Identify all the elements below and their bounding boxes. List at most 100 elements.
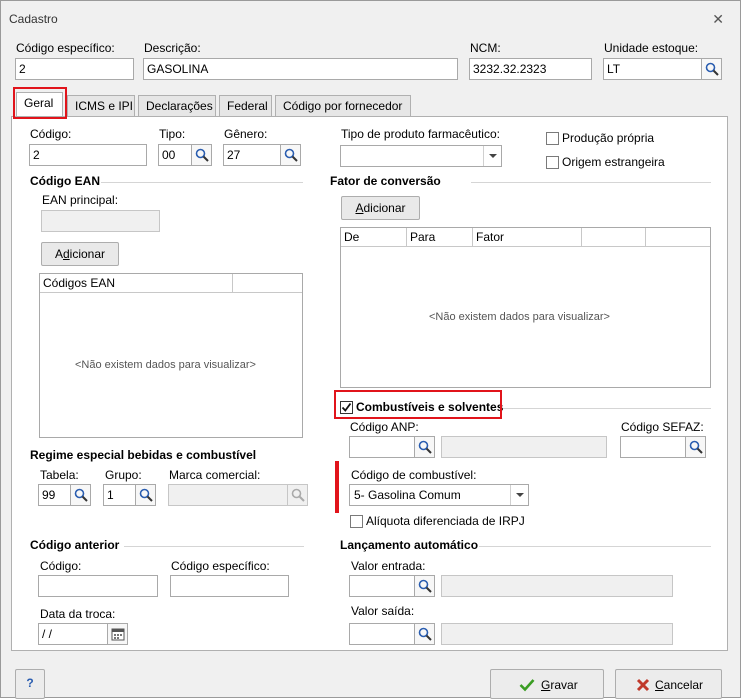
codigo-sefaz-label: Código SEFAZ: <box>621 420 704 434</box>
marca-search-icon <box>287 484 308 506</box>
tabela-search-icon[interactable] <box>70 484 91 506</box>
calendar-icon[interactable] <box>107 623 128 645</box>
chevron-down-icon <box>483 146 501 166</box>
fator-grid[interactable]: De Para Fator <Não existem dados para vi… <box>340 227 711 388</box>
ean-adicionar-button[interactable]: Adicionar <box>41 242 119 266</box>
tipo-farmaceutico-label: Tipo de produto farmacêutico: <box>341 127 500 141</box>
fator-col-para[interactable]: Para <box>407 228 473 247</box>
genero-label: Gênero: <box>224 127 268 141</box>
sefaz-search-icon[interactable] <box>685 436 706 458</box>
fator-adicionar-button[interactable]: Adicionar <box>341 196 420 220</box>
valor-entrada-search-icon[interactable] <box>414 575 435 597</box>
divider <box>503 408 711 409</box>
tipo-farmaceutico-select[interactable] <box>340 145 502 167</box>
combustiveis-label: Combustíveis e solventes <box>356 400 504 414</box>
anterior-codigo-input[interactable] <box>38 575 158 597</box>
anterior-codigo-label: Código: <box>40 559 82 573</box>
tabela-input[interactable]: 99 <box>38 484 71 506</box>
codigo-sefaz-input[interactable] <box>620 436 686 458</box>
grupo-input[interactable]: 1 <box>103 484 136 506</box>
window-title: Cadastro <box>9 12 58 26</box>
fator-col-de[interactable]: De <box>341 228 407 247</box>
descricao-input[interactable]: GASOLINA <box>143 58 458 80</box>
tipo-input[interactable]: 00 <box>158 144 192 166</box>
fator-col-blank <box>582 228 646 247</box>
data-troca-label: Data da troca: <box>40 607 116 621</box>
producao-propria-checkbox[interactable] <box>546 132 559 145</box>
unidade-search-icon[interactable] <box>701 58 722 80</box>
cancel-x-icon <box>636 678 650 692</box>
gravar-button[interactable]: Gravar <box>490 669 604 699</box>
title-bar: Cadastro ✕ <box>1 1 740 37</box>
tipo-search-icon[interactable] <box>191 144 212 166</box>
ean-grid-header-blank <box>233 274 302 293</box>
ean-grid[interactable]: Códigos EAN <Não existem dados para visu… <box>39 273 303 438</box>
cancelar-button[interactable]: Cancelar <box>615 669 722 699</box>
valor-saida-label: Valor saída: <box>351 604 415 618</box>
aliquota-label: Alíquota diferenciada de IRPJ <box>366 514 525 528</box>
ean-principal-input <box>41 210 160 232</box>
fator-empty-message: <Não existem dados para visualizar> <box>429 311 610 323</box>
ean-grid-header[interactable]: Códigos EAN <box>40 274 233 293</box>
anterior-especifico-label: Código específico: <box>171 559 270 573</box>
help-button[interactable]: ? <box>15 669 45 699</box>
regime-section-title: Regime especial bebidas e combustível <box>30 448 257 462</box>
data-troca-input[interactable]: / / <box>38 623 108 645</box>
codigo-combustivel-select[interactable]: 5- Gasolina Comum <box>349 484 529 506</box>
aliquota-checkbox[interactable] <box>350 515 363 528</box>
cadastro-window: Cadastro ✕ Código específico: 2 Descriçã… <box>0 0 741 699</box>
unidade-estoque-label: Unidade estoque: <box>604 41 699 55</box>
tab-geral[interactable]: Geral <box>16 92 63 117</box>
anterior-especifico-input[interactable] <box>170 575 289 597</box>
codigo-especifico-input[interactable]: 2 <box>15 58 134 80</box>
close-icon[interactable]: ✕ <box>712 11 724 28</box>
valor-saida-description <box>441 623 673 645</box>
tab-icms-ipi[interactable]: ICMS e IPI <box>67 95 135 117</box>
codigo-anp-input[interactable] <box>349 436 415 458</box>
tab-federal[interactable]: Federal <box>219 95 272 117</box>
checkmark-icon <box>341 402 352 412</box>
anterior-section-title: Código anterior <box>30 538 120 552</box>
combustiveis-checkbox[interactable] <box>340 401 353 414</box>
checkmark-icon <box>519 679 535 692</box>
chevron-down-icon <box>510 485 528 505</box>
unidade-estoque-input[interactable]: LT <box>603 58 702 80</box>
divider <box>471 182 711 183</box>
divider <box>101 182 303 183</box>
grupo-search-icon[interactable] <box>135 484 156 506</box>
ncm-input[interactable]: 3232.32.2323 <box>469 58 592 80</box>
producao-propria-label: Produção própria <box>562 131 655 145</box>
grupo-label: Grupo: <box>105 468 142 482</box>
ean-section-title: Código EAN <box>30 174 100 188</box>
anp-search-icon[interactable] <box>414 436 435 458</box>
fator-col-blank <box>646 228 710 247</box>
lancamento-section-title: Lançamento automático <box>340 538 479 552</box>
ean-empty-message: <Não existem dados para visualizar> <box>75 359 256 371</box>
valor-saida-search-icon[interactable] <box>414 623 435 645</box>
descricao-label: Descrição: <box>144 41 201 55</box>
valor-entrada-description <box>441 575 673 597</box>
tab-codigo-fornecedor[interactable]: Código por fornecedor <box>275 95 411 117</box>
origem-estrangeira-checkbox[interactable] <box>546 156 559 169</box>
genero-search-icon[interactable] <box>280 144 301 166</box>
fator-section-title: Fator de conversão <box>330 174 441 188</box>
codigo-anp-label: Código ANP: <box>350 420 419 434</box>
tipo-label: Tipo: <box>159 127 186 141</box>
genero-input[interactable]: 27 <box>223 144 281 166</box>
origem-estrangeira-label: Origem estrangeira <box>562 155 665 169</box>
marca-comercial-input <box>168 484 288 506</box>
ncm-label: NCM: <box>470 41 501 55</box>
codigo-combustivel-label: Código de combustível: <box>351 468 477 482</box>
valor-entrada-label: Valor entrada: <box>351 559 426 573</box>
codigo-label: Código: <box>30 127 72 141</box>
divider <box>124 546 304 547</box>
marca-comercial-label: Marca comercial: <box>169 468 261 482</box>
tab-declaracoes[interactable]: Declarações <box>138 95 216 117</box>
anp-description-input <box>441 436 607 458</box>
valor-saida-input[interactable] <box>349 623 415 645</box>
codigo-input[interactable]: 2 <box>29 144 147 166</box>
valor-entrada-input[interactable] <box>349 575 415 597</box>
fator-col-fator[interactable]: Fator <box>473 228 582 247</box>
tabela-label: Tabela: <box>40 468 79 482</box>
ean-principal-label: EAN principal: <box>42 193 119 207</box>
